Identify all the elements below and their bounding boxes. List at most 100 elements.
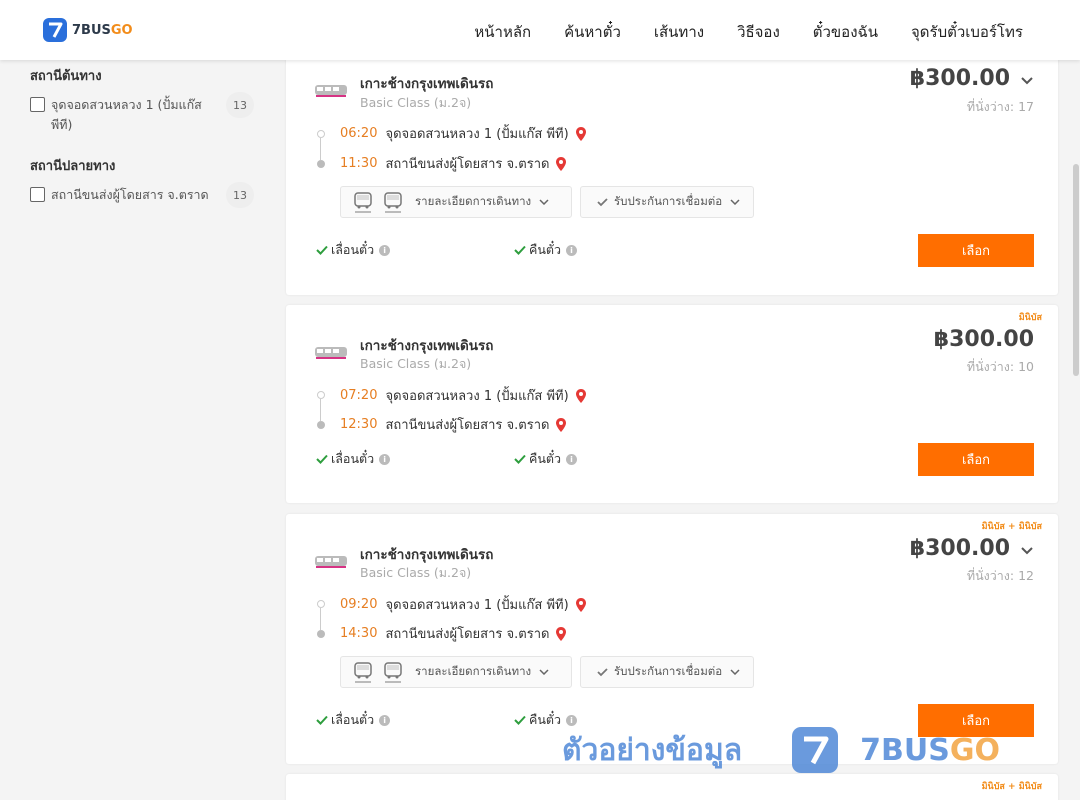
scrollbar-thumb[interactable] (1073, 164, 1079, 376)
nav-routes[interactable]: เส้นทาง (654, 20, 704, 44)
nav-my-tickets[interactable]: ตั๋วของฉัน (813, 20, 878, 44)
bus-class: Basic Class (ม.2จ) (360, 95, 472, 110)
map-pin-icon[interactable] (555, 156, 567, 172)
destination-filter-title: สถานีปลายทาง (30, 159, 116, 174)
change-ticket-feature: เลื่อนตั๋ว i (316, 710, 391, 730)
destination-checkbox[interactable] (30, 187, 45, 202)
operator-name: เกาะช้างกรุงเทพเดินรถ (360, 547, 494, 563)
operator-logo-icon (315, 85, 347, 97)
watermark-text: ตัวอย่างข้อมูล (562, 732, 743, 768)
departure-place: จุดจอดสวนหลวง 1 (ปั้มแก๊ส พีที) (385, 127, 569, 142)
seats-available: ที่นั่งว่าง: 10 (966, 359, 1034, 374)
arrival-place: สถานีขนส่งผู้โดยสาร จ.ตราด (385, 157, 550, 172)
vehicle-type-tag: มินิบัส + มินิบัส (981, 782, 1042, 792)
watermark-brand: 7BUSGO (860, 732, 1000, 768)
nav-home[interactable]: หน้าหลัก (474, 20, 531, 44)
check-icon (597, 198, 608, 207)
minibus-icon (354, 662, 372, 683)
connection-insurance-dropdown[interactable]: รับประกันการเชื่อมต่อ (580, 186, 754, 218)
destination-option-label: สถานีขนส่งผู้โดยสาร จ.ตราด (51, 187, 209, 202)
arrival-place: สถานีขนส่งผู้โดยสาร จ.ตราด (385, 418, 550, 433)
map-pin-icon[interactable] (555, 417, 567, 433)
select-trip-button[interactable]: เลือก (918, 234, 1034, 267)
check-icon (316, 454, 328, 464)
sample-data-watermark: ตัวอย่างข้อมูล 7BUSGO (562, 725, 1000, 775)
logo-text: 7BUSGO (72, 22, 133, 38)
info-icon[interactable]: i (566, 244, 578, 256)
destination-filter: สถานีปลายทาง สถานีขนส่งผู้โดยสาร จ.ตราด … (30, 155, 260, 208)
seats-available: ที่นั่งว่าง: 17 (966, 99, 1034, 114)
trip-card: เกาะช้างกรุงเทพเดินรถ Basic Class (ม.2จ)… (286, 57, 1058, 295)
check-icon (316, 245, 328, 255)
check-icon (514, 245, 526, 255)
chevron-down-icon (539, 669, 549, 675)
select-trip-button[interactable]: เลือก (918, 443, 1034, 476)
map-pin-icon[interactable] (575, 597, 587, 613)
chevron-down-icon[interactable] (1020, 546, 1034, 556)
destination-filter-option[interactable]: สถานีขนส่งผู้โดยสาร จ.ตราด 13 (30, 182, 260, 208)
main-nav: หน้าหลัก ค้นหาตั๋ว เส้นทาง วิธีจอง ตั๋วข… (474, 20, 1023, 44)
departure-time: 09:20 (340, 597, 378, 612)
refund-ticket-feature: คืนตั๋ว i (514, 240, 578, 260)
trip-details-dropdown[interactable]: รายละเอียดการเดินทาง (340, 186, 572, 218)
trip-details-dropdown[interactable]: รายละเอียดการเดินทาง (340, 656, 572, 688)
change-ticket-feature: เลื่อนตั๋ว i (316, 240, 391, 260)
connection-insurance-dropdown[interactable]: รับประกันการเชื่อมต่อ (580, 656, 754, 688)
chevron-down-icon (539, 199, 549, 205)
origin-checkbox[interactable] (30, 97, 45, 112)
minibus-icon (354, 192, 372, 213)
info-icon[interactable]: i (566, 714, 578, 726)
trip-price: ฿300.00 (909, 536, 1010, 561)
map-pin-icon[interactable] (575, 388, 587, 404)
nav-search-ticket[interactable]: ค้นหาตั๋ว (564, 20, 621, 44)
arrival-place: สถานีขนส่งผู้โดยสาร จ.ตราด (385, 627, 550, 642)
trip-details-label: รายละเอียดการเดินทาง (415, 194, 532, 208)
nav-ticket-pickup-phone[interactable]: จุดรับตั๋วเบอร์โทร (911, 20, 1023, 44)
nav-how-to-book[interactable]: วิธีจอง (737, 20, 780, 44)
connection-insurance-label: รับประกันการเชื่อมต่อ (614, 194, 723, 208)
departure-time: 06:20 (340, 126, 378, 141)
operator-logo-icon (315, 347, 347, 359)
connection-insurance-label: รับประกันการเชื่อมต่อ (614, 664, 723, 678)
trip-details-label: รายละเอียดการเดินทาง (415, 664, 532, 678)
bus-class: Basic Class (ม.2จ) (360, 356, 472, 371)
map-pin-icon[interactable] (555, 626, 567, 642)
chevron-down-icon[interactable] (1020, 76, 1034, 86)
map-pin-icon[interactable] (575, 126, 587, 142)
operator-logo-icon (315, 556, 347, 568)
trip-price: ฿300.00 (933, 327, 1034, 352)
trip-card: มินิบัส + มินิบัส (286, 774, 1058, 800)
check-icon (316, 715, 328, 725)
seats-available: ที่นั่งว่าง: 12 (966, 568, 1034, 583)
vehicle-type-tag: มินิบัส (1018, 313, 1042, 323)
departure-stop: 09:20 จุดจอดสวนหลวง 1 (ปั้มแก๊ส พีที) (340, 594, 587, 615)
destination-count-badge: 13 (226, 182, 254, 208)
departure-time: 07:20 (340, 388, 378, 403)
logo-7-icon (43, 18, 67, 42)
departure-place: จุดจอดสวนหลวง 1 (ปั้มแก๊ส พีที) (385, 598, 569, 613)
check-icon (514, 454, 526, 464)
origin-option-label: จุดจอดสวนหลวง 1 (ปั้มแก๊ส พีที) (51, 97, 202, 132)
info-icon[interactable]: i (566, 453, 578, 465)
info-icon[interactable]: i (379, 453, 391, 465)
bus-class: Basic Class (ม.2จ) (360, 565, 472, 580)
vehicle-type-tag: มินิบัส + มินิบัส (981, 522, 1042, 532)
chevron-down-icon (730, 199, 740, 205)
arrival-stop: 14:30 สถานีขนส่งผู้โดยสาร จ.ตราด (340, 623, 567, 644)
origin-count-badge: 13 (226, 92, 254, 118)
watermark-logo-icon (792, 727, 839, 773)
brand-logo[interactable]: 7BUSGO (43, 18, 133, 42)
operator-name: เกาะช้างกรุงเทพเดินรถ (360, 338, 494, 354)
change-ticket-feature: เลื่อนตั๋ว i (316, 449, 391, 469)
departure-place: จุดจอดสวนหลวง 1 (ปั้มแก๊ส พีที) (385, 389, 569, 404)
info-icon[interactable]: i (379, 244, 391, 256)
top-header: 7BUSGO หน้าหลัก ค้นหาตั๋ว เส้นทาง วิธีจอ… (0, 0, 1080, 60)
arrival-stop: 12:30 สถานีขนส่งผู้โดยสาร จ.ตราด (340, 414, 567, 435)
arrival-stop: 11:30 สถานีขนส่งผู้โดยสาร จ.ตราด (340, 153, 567, 174)
page-scrollbar[interactable] (1072, 60, 1080, 800)
chevron-down-icon (730, 669, 740, 675)
origin-filter-option[interactable]: จุดจอดสวนหลวง 1 (ปั้มแก๊ส พีที) 13 (30, 92, 260, 135)
departure-stop: 07:20 จุดจอดสวนหลวง 1 (ปั้มแก๊ส พีที) (340, 385, 587, 406)
info-icon[interactable]: i (379, 714, 391, 726)
trip-price: ฿300.00 (909, 66, 1010, 91)
